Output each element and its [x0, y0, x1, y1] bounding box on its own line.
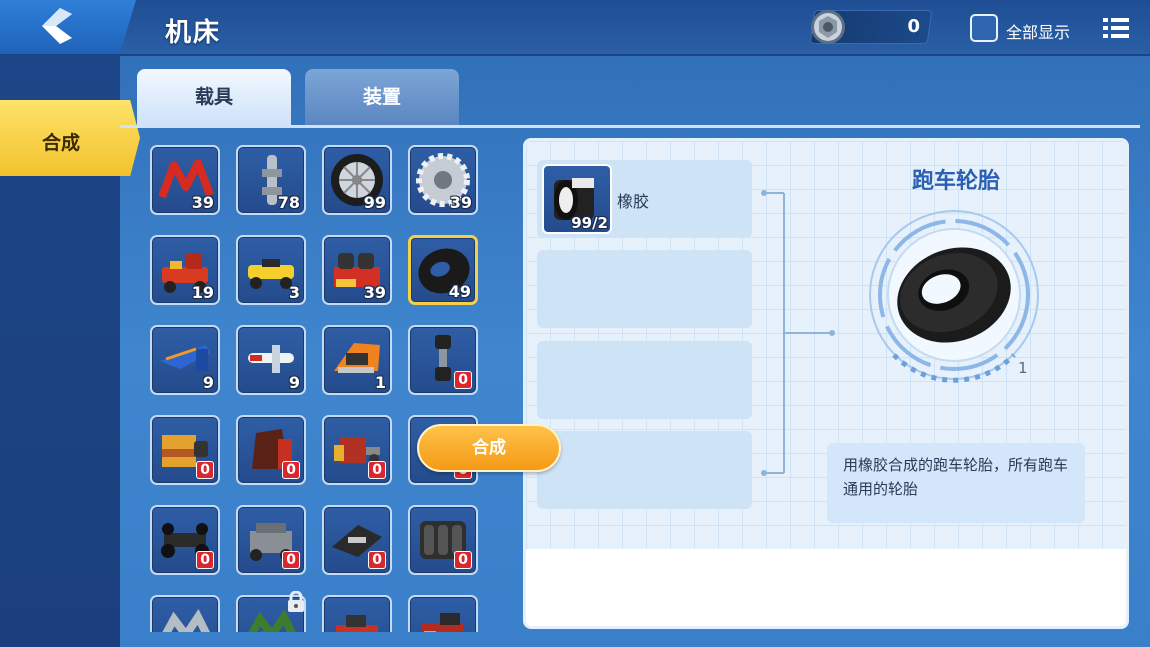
- tab-vehicle[interactable]: 载具: [137, 69, 291, 125]
- page-title: 机床: [165, 18, 222, 48]
- red-dark-vehicle-icon: [422, 613, 464, 632]
- grid-item[interactable]: 9: [150, 325, 220, 395]
- item-count: 39: [363, 283, 386, 302]
- item-count: 0: [282, 551, 300, 569]
- bolt-nut-icon: [811, 10, 845, 44]
- item-count: 1: [374, 373, 386, 392]
- product-title: 跑车轮胎: [911, 169, 1000, 194]
- grid-item[interactable]: 3: [236, 235, 306, 305]
- grid-item[interactable]: 0: [236, 415, 306, 485]
- item-count: 0: [368, 461, 386, 479]
- grid-item[interactable]: 19: [150, 235, 220, 305]
- list-menu-icon[interactable]: [1103, 17, 1129, 39]
- back-arrow-icon[interactable]: [38, 6, 78, 46]
- grid-item[interactable]: 0: [236, 505, 306, 575]
- item-count: 39: [191, 193, 214, 212]
- grid-item[interactable]: 0: [150, 415, 220, 485]
- material-slot[interactable]: 99/2 橡胶: [537, 160, 752, 238]
- item-count: 19: [191, 283, 214, 302]
- show-all-checkbox[interactable]: [970, 14, 998, 42]
- grid-item[interactable]: 9: [236, 325, 306, 395]
- item-count: 0: [196, 551, 214, 569]
- grid-item[interactable]: [408, 595, 478, 632]
- show-all-label: 全部显示: [1006, 23, 1071, 42]
- item-count: 0: [368, 551, 386, 569]
- currency-value: 0: [907, 16, 920, 37]
- item-count: 99: [363, 193, 386, 212]
- grid-item[interactable]: 0: [322, 415, 392, 485]
- grid-item[interactable]: [236, 591, 306, 632]
- grid-item[interactable]: 0: [408, 325, 478, 395]
- material-icon-frame: 99/2: [542, 164, 612, 234]
- gray-frame-part-icon: [162, 609, 210, 632]
- item-count: 9: [202, 373, 214, 392]
- lock-icon: [288, 591, 304, 612]
- panel-footer: [526, 549, 1126, 626]
- item-count: 78: [277, 193, 300, 212]
- grid-item[interactable]: [322, 595, 392, 632]
- craft-button[interactable]: 合成: [417, 424, 561, 472]
- item-count: 39: [449, 193, 472, 212]
- item-count: 49: [448, 282, 471, 301]
- tab-device[interactable]: 装置: [305, 69, 459, 125]
- grid-item[interactable]: 0: [322, 505, 392, 575]
- sidebar-item-label: 合成: [42, 132, 81, 154]
- grid-item[interactable]: 99: [322, 145, 392, 215]
- grid-item[interactable]: 49: [408, 235, 478, 305]
- material-slot-empty[interactable]: [537, 250, 752, 328]
- material-count: 99/2: [571, 214, 608, 232]
- item-count: 0: [454, 551, 472, 569]
- item-count: 9: [288, 373, 300, 392]
- material-name: 橡胶: [617, 192, 650, 211]
- item-grid[interactable]: 397899391933949991000000000: [150, 145, 490, 632]
- grid-item[interactable]: 39: [408, 145, 478, 215]
- grid-item[interactable]: 39: [322, 235, 392, 305]
- grid-item[interactable]: 1: [322, 325, 392, 395]
- item-count: 0: [454, 371, 472, 389]
- grid-item[interactable]: 0: [408, 505, 478, 575]
- item-count: 3: [288, 283, 300, 302]
- recipe-panel: 99/2 橡胶 跑车轮胎 1 用橡胶合成的跑车轮胎，所有跑车通用的轮胎: [523, 138, 1129, 629]
- red-vehicle-icon: [336, 615, 378, 632]
- grid-item[interactable]: 78: [236, 145, 306, 215]
- grid-item[interactable]: 0: [150, 505, 220, 575]
- product-count: 1: [1018, 359, 1028, 377]
- item-count: 0: [282, 461, 300, 479]
- sports-tire-icon: [869, 210, 1039, 383]
- item-count: 0: [196, 461, 214, 479]
- product-description: 用橡胶合成的跑车轮胎，所有跑车通用的轮胎: [827, 443, 1085, 523]
- material-slot-empty[interactable]: [537, 431, 752, 509]
- grid-item[interactable]: [150, 595, 220, 632]
- material-slot-empty[interactable]: [537, 341, 752, 419]
- grid-item[interactable]: 39: [150, 145, 220, 215]
- tab-divider: [120, 125, 1140, 128]
